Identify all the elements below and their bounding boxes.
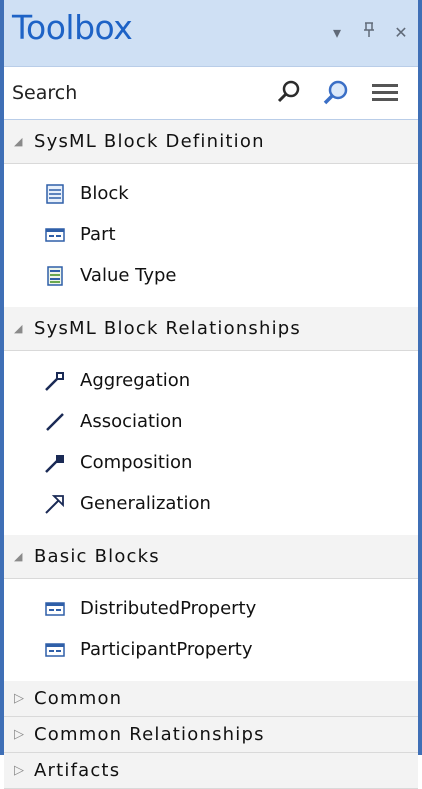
section-label: Basic Blocks bbox=[34, 546, 160, 567]
toolbox-item-part[interactable]: Part bbox=[4, 214, 418, 255]
toolbox-item-aggregation[interactable]: Aggregation bbox=[4, 360, 418, 401]
section-label: SysML Block Definition bbox=[34, 131, 265, 152]
window-title: Toolbox bbox=[12, 8, 133, 47]
section-label: Artifacts bbox=[34, 760, 121, 781]
association-icon bbox=[44, 411, 66, 433]
search-bar bbox=[4, 66, 418, 120]
expand-triangle-icon: ▷ bbox=[14, 691, 24, 706]
property-icon bbox=[44, 639, 66, 661]
titlebar: Toolbox ▾ ✕ bbox=[4, 0, 418, 66]
section-header-common[interactable]: ▷ Common bbox=[4, 681, 418, 717]
property-icon bbox=[44, 598, 66, 620]
titlebar-controls: ▾ ✕ bbox=[328, 22, 410, 42]
hamburger-menu-icon[interactable] bbox=[370, 83, 400, 107]
item-label: Association bbox=[80, 411, 183, 432]
pin-icon[interactable] bbox=[360, 22, 378, 42]
item-label: DistributedProperty bbox=[80, 598, 257, 619]
collapse-triangle-icon: ◢ bbox=[14, 322, 23, 335]
item-label: Aggregation bbox=[80, 370, 191, 391]
toolbox-window: Toolbox ▾ ✕ ◢ SysML Block Definition Blo… bbox=[0, 0, 422, 789]
value-type-icon bbox=[44, 265, 66, 287]
toolbox-item-participant-property[interactable]: ParticipantProperty bbox=[4, 629, 418, 670]
generalization-icon bbox=[44, 493, 66, 515]
item-label: Block bbox=[80, 183, 129, 204]
block-icon bbox=[44, 183, 66, 205]
expand-triangle-icon: ▷ bbox=[14, 727, 24, 742]
close-icon[interactable]: ✕ bbox=[392, 23, 410, 42]
item-label: Composition bbox=[80, 452, 193, 473]
toolbox-item-composition[interactable]: Composition bbox=[4, 442, 418, 483]
collapse-triangle-icon: ◢ bbox=[14, 550, 23, 563]
collapse-triangle-icon: ◢ bbox=[14, 135, 23, 148]
composition-icon bbox=[44, 452, 66, 474]
section-header-sysml-block-definition[interactable]: ◢ SysML Block Definition bbox=[4, 120, 418, 164]
section-header-basic-blocks[interactable]: ◢ Basic Blocks bbox=[4, 535, 418, 579]
item-label: Part bbox=[80, 224, 116, 245]
part-icon bbox=[44, 224, 66, 246]
toolbox-item-value-type[interactable]: Value Type bbox=[4, 255, 418, 296]
search-input[interactable] bbox=[10, 77, 274, 109]
expand-triangle-icon: ▷ bbox=[14, 763, 24, 778]
toolbox-item-distributed-property[interactable]: DistributedProperty bbox=[4, 588, 418, 629]
item-label: Generalization bbox=[80, 493, 211, 514]
section-label: Common bbox=[34, 688, 123, 709]
section-header-sysml-block-relationships[interactable]: ◢ SysML Block Relationships bbox=[4, 307, 418, 351]
aggregation-icon bbox=[44, 370, 66, 392]
toolbox-item-block[interactable]: Block bbox=[4, 173, 418, 214]
section-header-common-relationships[interactable]: ▷ Common Relationships bbox=[4, 717, 418, 753]
dropdown-menu-icon[interactable]: ▾ bbox=[328, 23, 346, 42]
advanced-search-icon[interactable] bbox=[322, 79, 350, 111]
section-label: SysML Block Relationships bbox=[34, 318, 302, 339]
section-label: Common Relationships bbox=[34, 724, 265, 745]
toolbox-item-generalization[interactable]: Generalization bbox=[4, 483, 418, 524]
section-header-artifacts[interactable]: ▷ Artifacts bbox=[4, 753, 418, 789]
item-label: Value Type bbox=[80, 265, 177, 286]
item-label: ParticipantProperty bbox=[80, 639, 253, 660]
toolbox-item-association[interactable]: Association bbox=[4, 401, 418, 442]
search-icon[interactable] bbox=[276, 79, 302, 109]
